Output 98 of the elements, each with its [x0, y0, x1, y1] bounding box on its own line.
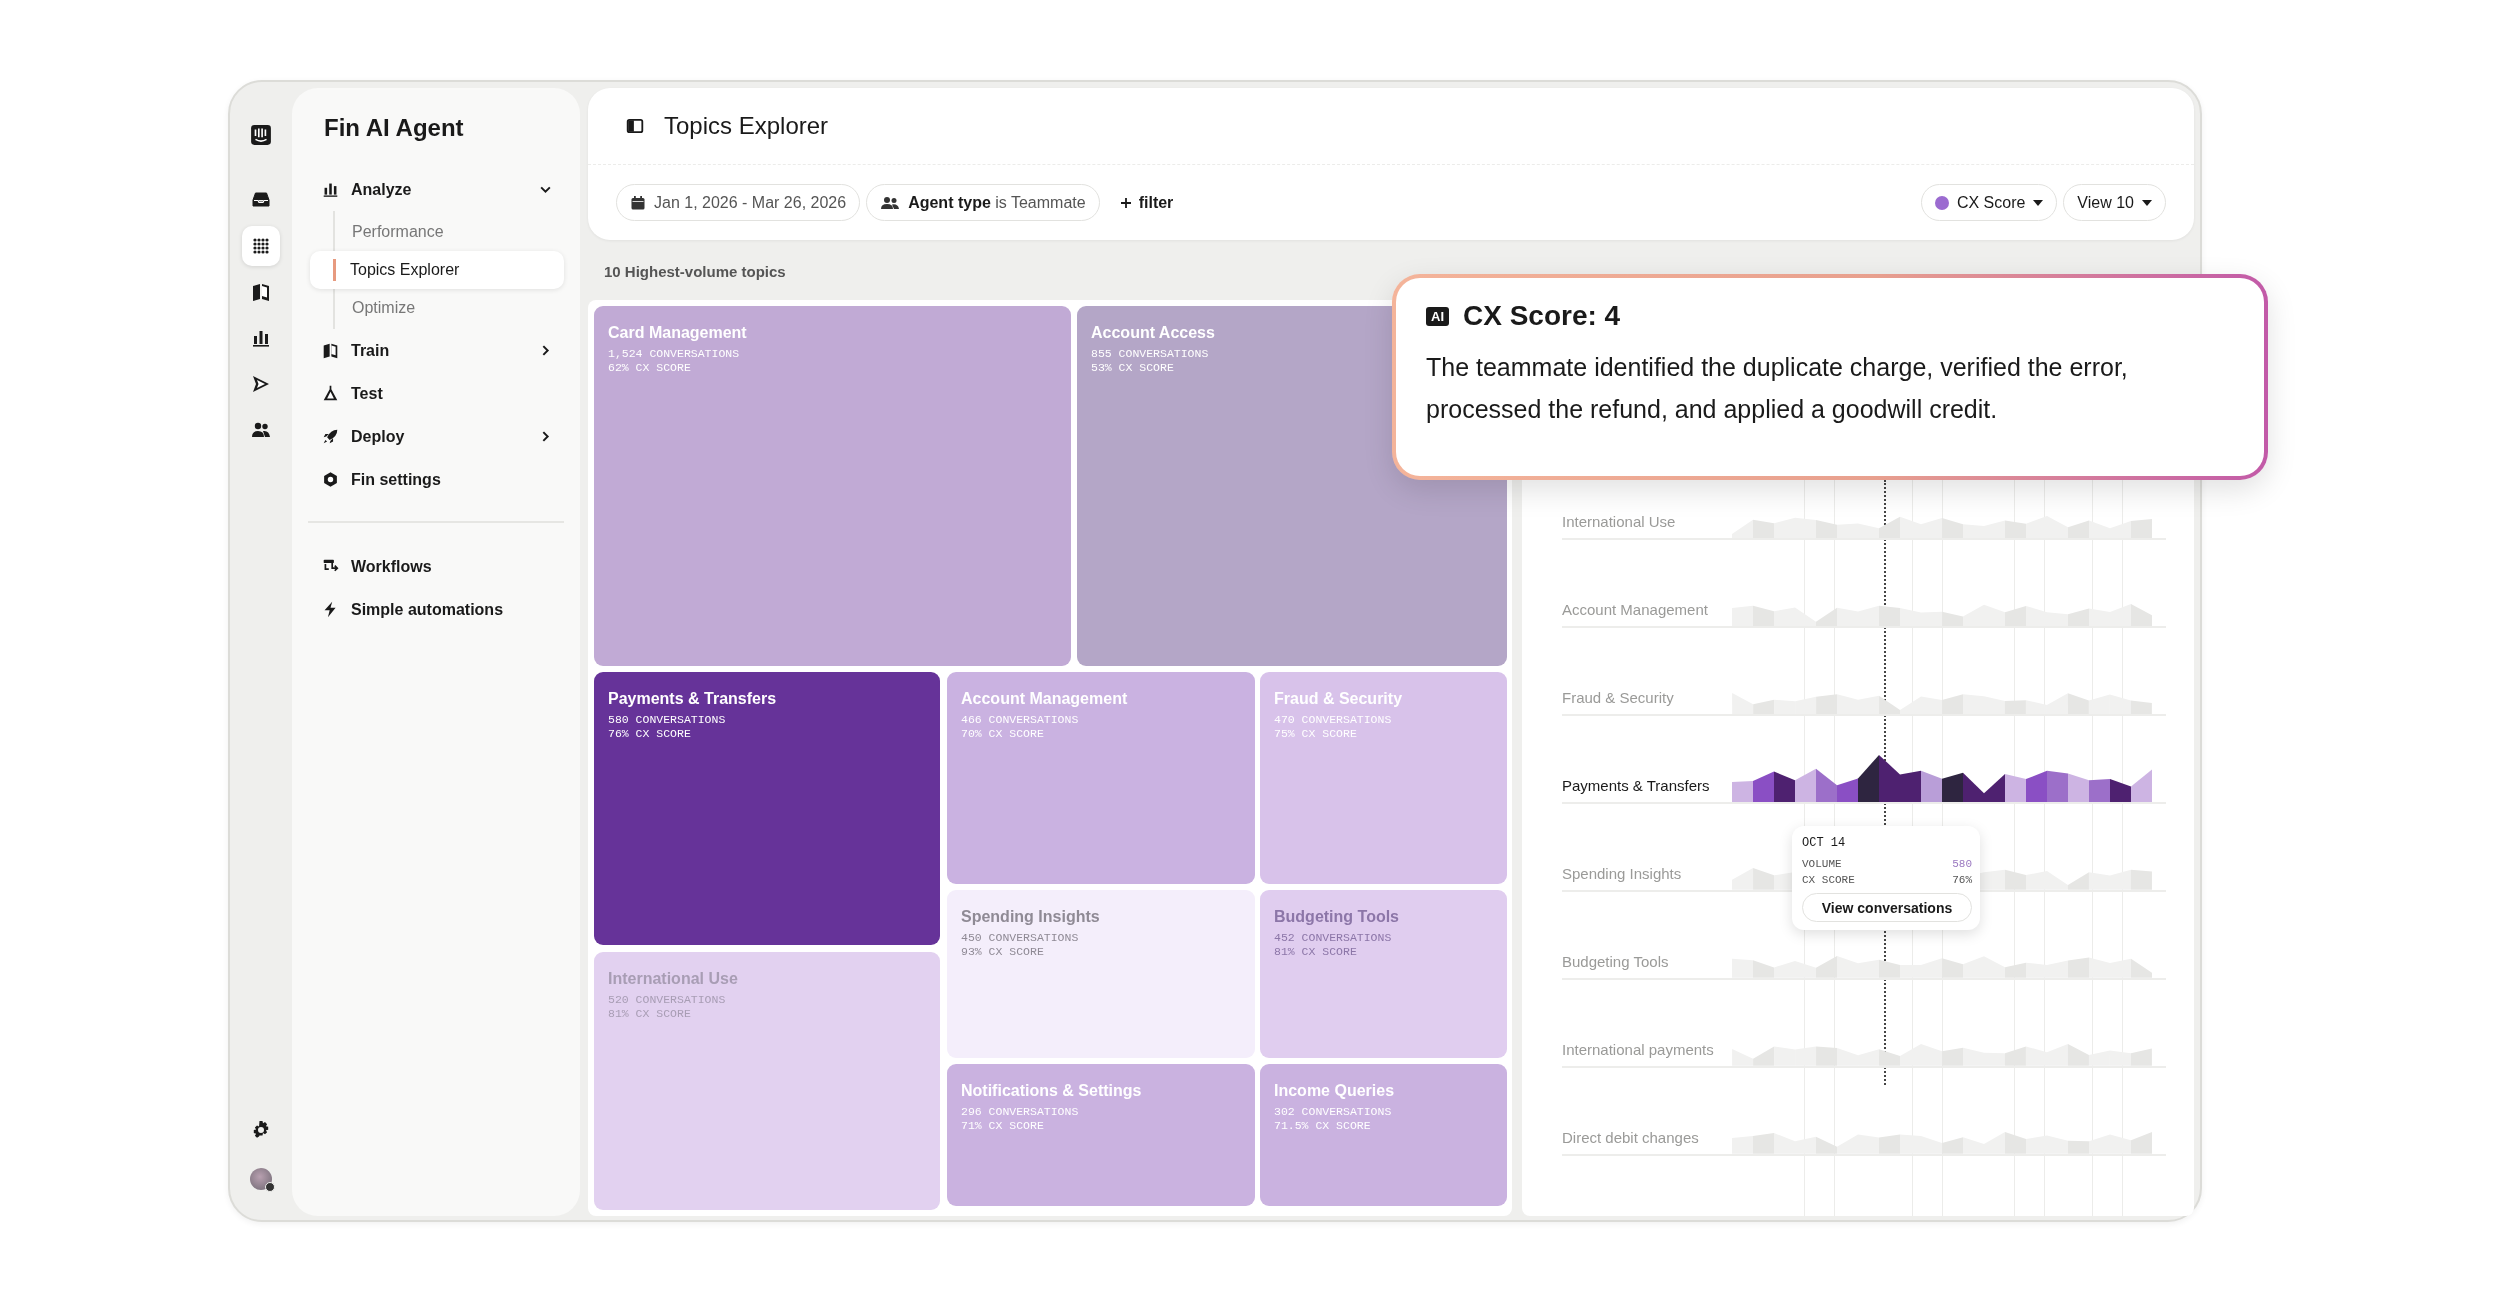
area-segment [1942, 772, 1963, 802]
tile-stat: 470 CONVERSATIONS [1274, 713, 1392, 727]
area-segment [2026, 770, 2047, 802]
tile-title: International Use [608, 970, 738, 988]
area-segment [1816, 768, 1837, 802]
topic-tile[interactable]: Spending Insights 450 CONVERSATIONS 93% CX SCORE [947, 890, 1255, 1058]
nav-item[interactable]: Analyze [308, 168, 564, 211]
date-range-filter[interactable]: Jan 1, 2026 - Mar 26, 2026 [616, 184, 861, 221]
rocket-icon [322, 428, 339, 445]
tile-stat: 76% CX SCORE [608, 727, 691, 741]
area-segment [1921, 770, 1942, 802]
tile-stat: 302 CONVERSATIONS [1274, 1105, 1392, 1119]
tooltip-label: CX SCORE [1802, 873, 1855, 888]
topic-tile[interactable]: Budgeting Tools 452 CONVERSATIONS 81% CX SCORE [1260, 890, 1507, 1058]
tile-stat: 296 CONVERSATIONS [961, 1105, 1079, 1119]
tile-title: Payments & Transfers [608, 690, 777, 708]
tile-title: Fraud & Security [1274, 690, 1403, 708]
nav-item[interactable]: Simple automations [308, 588, 564, 631]
topic-tile[interactable]: Payments & Transfers 580 CONVERSATIONS 76% CX SCORE [594, 672, 940, 945]
view-conversations-button[interactable]: View conversations [1802, 893, 1972, 922]
tile-title: Notifications & Settings [961, 1082, 1142, 1100]
people-icon [880, 194, 901, 211]
sidebar-title: Fin AI Agent [323, 114, 465, 142]
row-label[interactable]: International Use [1562, 513, 1732, 538]
view-count-dropdown[interactable]: View 10 [2063, 184, 2166, 221]
tile-title: Card Management [608, 324, 747, 342]
tile-stat: 855 CONVERSATIONS [1091, 347, 1209, 361]
tile-stat: 53% CX SCORE [1091, 361, 1174, 375]
area-segment [1753, 771, 1774, 802]
tile-stat: 1,524 CONVERSATIONS [608, 347, 740, 361]
area-segment [1963, 772, 1984, 802]
nav-subitem[interactable]: Optimize [335, 289, 564, 327]
row-label[interactable]: Account Management [1562, 601, 1732, 626]
tile-stat: 520 CONVERSATIONS [608, 993, 726, 1007]
nav-item[interactable]: Fin settings [308, 458, 564, 501]
avatar[interactable] [250, 1168, 272, 1190]
nav-item[interactable]: Deploy [308, 415, 564, 458]
tile-stat: 466 CONVERSATIONS [961, 713, 1079, 727]
section-title: 10 Highest-volume topics [603, 262, 787, 282]
add-filter-button[interactable]: filter [1105, 184, 1188, 221]
page-title: Topics Explorer [664, 112, 829, 140]
bar-chart-icon[interactable] [251, 328, 271, 348]
area-segment [2005, 774, 2026, 802]
tile-title: Income Queries [1274, 1082, 1395, 1100]
tile-title: Spending Insights [961, 908, 1100, 926]
area-segment [1984, 774, 2005, 802]
nav-subitem[interactable]: Performance [335, 213, 564, 251]
nav-subitem[interactable]: Topics Explorer [310, 251, 564, 289]
calendar-icon [630, 194, 646, 211]
settings-icon[interactable] [251, 1120, 271, 1140]
area-segment [2089, 779, 2110, 802]
tile-title: Budgeting Tools [1274, 908, 1399, 926]
tile-stat: 81% CX SCORE [1274, 945, 1357, 959]
nav-item[interactable]: Test [308, 372, 564, 415]
tile-title: Account Access [1091, 324, 1215, 342]
area-segment [1795, 768, 1816, 802]
tile-stat: 62% CX SCORE [608, 361, 691, 375]
tooltip-value: 580 [1952, 857, 1972, 872]
caret-icon [2142, 199, 2152, 206]
tile-stat: 71.5% CX SCORE [1274, 1119, 1371, 1133]
area-segment [1774, 771, 1795, 802]
area-segment [2047, 770, 2068, 802]
row-label[interactable]: International payments [1562, 1041, 1732, 1066]
tile-stat: 93% CX SCORE [961, 945, 1044, 959]
plus-icon [1119, 196, 1132, 209]
caret-icon [2033, 199, 2044, 206]
row-label[interactable]: Payments & Transfers [1562, 777, 1732, 802]
sidebar-toggle-icon[interactable] [626, 117, 644, 135]
row-label[interactable]: Fraud & Security [1562, 689, 1732, 714]
logo-icon[interactable] [250, 124, 272, 146]
tooltip-value: 76% [1952, 873, 1972, 888]
tile-stat: 450 CONVERSATIONS [961, 931, 1079, 945]
tooltip-date: OCT 14 [1802, 836, 1847, 850]
agent-type-filter[interactable]: Agent type is Teammate [866, 184, 1100, 221]
bar-chart-icon [322, 181, 339, 198]
book-icon[interactable] [251, 282, 271, 302]
nav-item[interactable]: Workflows [308, 545, 564, 588]
row-label[interactable]: Direct debit changes [1562, 1129, 1732, 1154]
tile-stat: 70% CX SCORE [961, 727, 1044, 741]
nav-item[interactable]: Train [308, 329, 564, 372]
book-icon [322, 342, 339, 359]
ai-badge: AI [1426, 306, 1449, 326]
tile-title: Account Management [961, 690, 1128, 708]
tile-stat: 71% CX SCORE [961, 1119, 1044, 1133]
flask-icon [322, 385, 339, 402]
tile-stat: 452 CONVERSATIONS [1274, 931, 1392, 945]
inbox-icon[interactable] [251, 190, 271, 210]
tile-stat: 580 CONVERSATIONS [608, 713, 726, 727]
metric-dropdown[interactable]: CX Score [1920, 184, 2058, 221]
grid-icon[interactable] [251, 236, 271, 256]
area-segment [2068, 773, 2089, 802]
area-segment [1732, 780, 1753, 802]
send-icon[interactable] [251, 374, 271, 394]
row-label[interactable]: Budgeting Tools [1562, 953, 1732, 978]
row-label[interactable]: Spending Insights [1562, 865, 1732, 890]
tooltip-label: VOLUME [1802, 857, 1842, 872]
hexagon-icon [322, 471, 339, 488]
people-icon[interactable] [251, 420, 271, 440]
